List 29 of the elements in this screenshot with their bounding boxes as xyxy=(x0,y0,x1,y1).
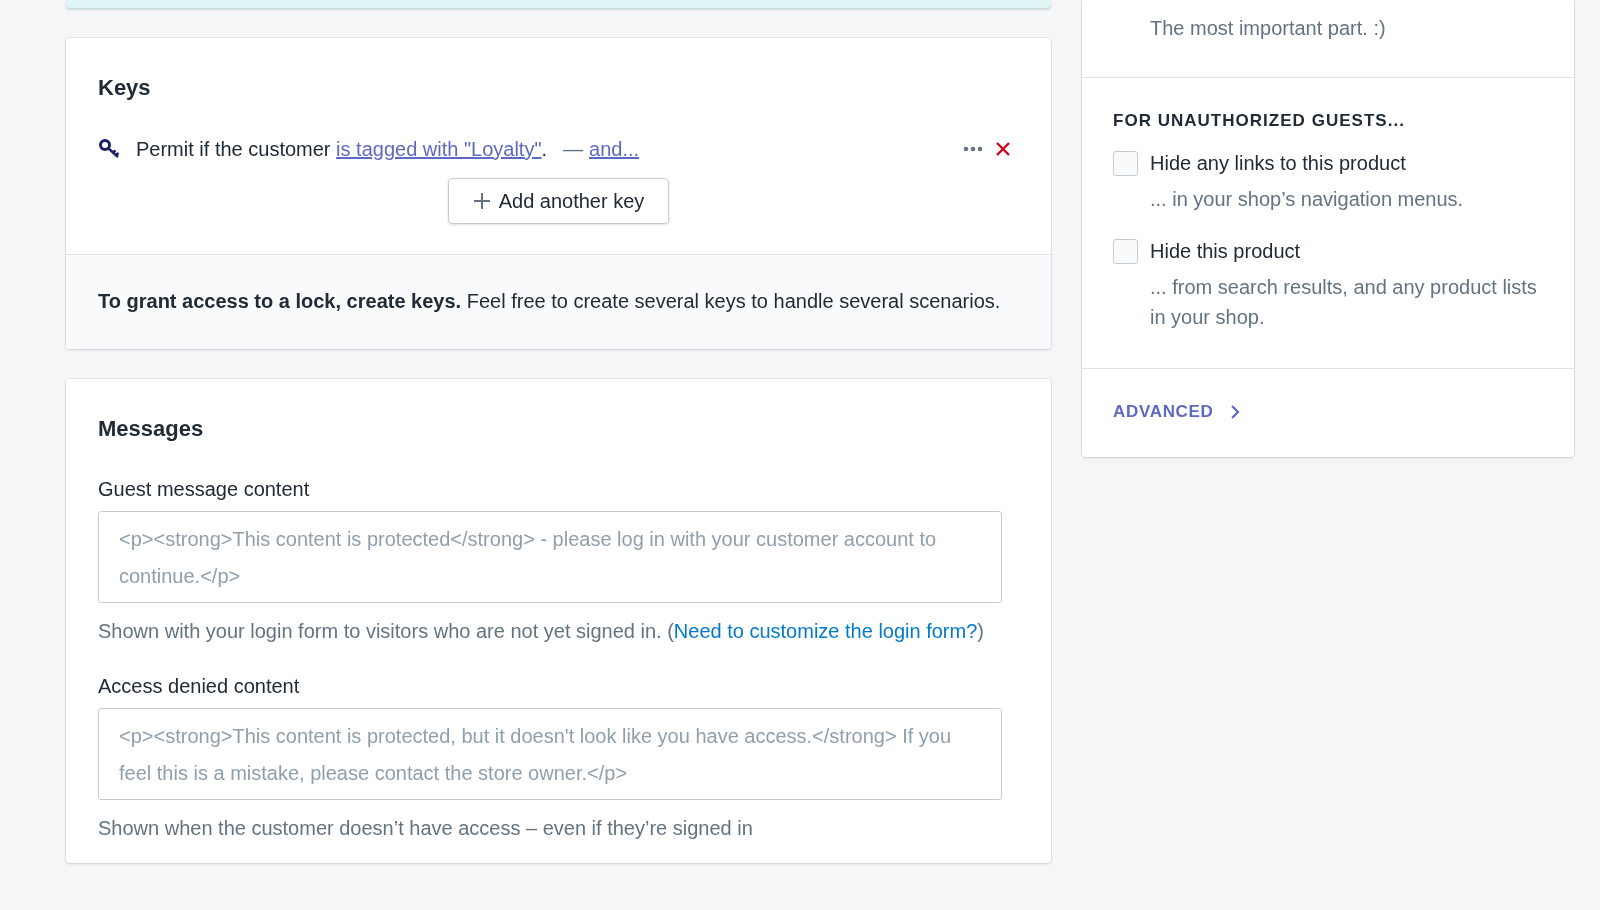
option-label: Hide any links to this product xyxy=(1150,151,1406,176)
separator-dash: — xyxy=(563,137,584,162)
add-key-button[interactable]: Add another key xyxy=(447,178,670,224)
chevron-right-icon xyxy=(1229,403,1240,420)
customize-login-link[interactable]: Need to customize the login form? xyxy=(673,620,978,642)
content-input-field[interactable]: <p><strong>This content is protected, but it doesn't look like you have access.</strong> If you feel this is a mistake, please contact the store owner.</p> xyxy=(98,708,1002,800)
field-label: Guest message content xyxy=(98,477,311,502)
card-title: Keys xyxy=(98,74,152,102)
field-label: Access denied content xyxy=(98,674,301,699)
key-rule-text: Permit if the customer is tagged with "Loyalty". xyxy=(136,137,548,162)
condition-link[interactable]: is tagged with "Loyalty" xyxy=(336,138,542,160)
close-icon[interactable] xyxy=(995,141,1011,157)
section-heading: FOR UNAUTHORIZED GUESTS... xyxy=(1113,110,1406,132)
checkbox[interactable] xyxy=(1113,238,1138,264)
more-icon[interactable] xyxy=(963,146,983,152)
footer-text: To grant access to a lock, create keys. Feel free to create several keys to handle several scenarios. xyxy=(98,289,1002,314)
and-link[interactable]: and... xyxy=(589,134,640,164)
option-description: ... in your shop’s navigation menus. xyxy=(1149,187,1465,212)
option-label: Hide this product xyxy=(1150,239,1301,264)
field-help-text: Shown when the customer doesn’t have access – even if they’re signed in xyxy=(98,816,754,841)
option-description: ... from search results, and any product lists in your shop. xyxy=(1149,275,1538,330)
checkbox[interactable] xyxy=(1113,150,1138,176)
card-title: Messages xyxy=(98,415,205,443)
option-description: The most important part. :) xyxy=(1149,16,1387,41)
content-input-field[interactable]: <p><strong>This content is protected</strong> - please log in with your customer account to continue.</p> xyxy=(98,511,1002,603)
plus-icon xyxy=(472,192,491,210)
key-icon xyxy=(98,138,122,160)
advanced-link[interactable]: ADVANCED xyxy=(1113,399,1240,425)
field-help-text: Shown with your login form to visitors who are not yet signed in. (Need to customize the login form?) xyxy=(98,619,985,644)
